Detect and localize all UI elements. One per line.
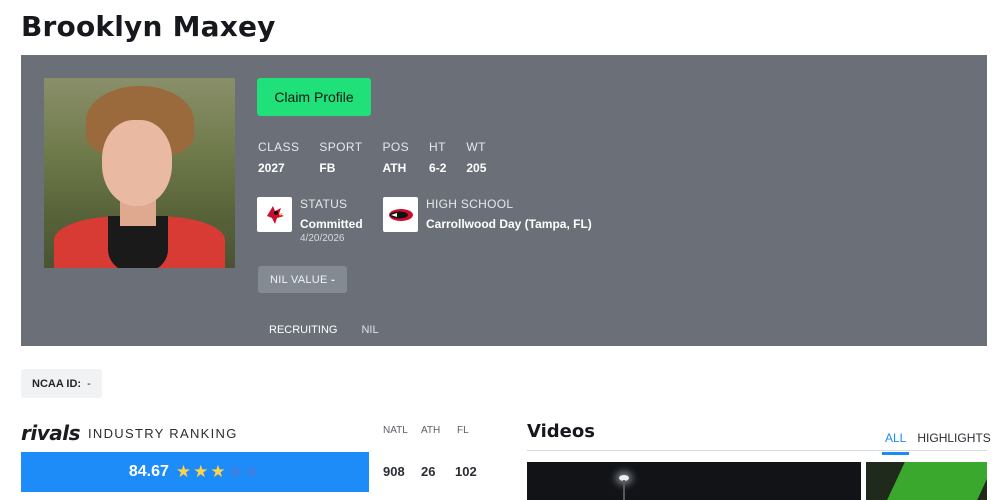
- stat-ht: HT 6-2: [429, 140, 446, 175]
- stat-wt: WT 205: [466, 140, 486, 175]
- tab-all[interactable]: ALL: [882, 429, 910, 455]
- star-rating: ★ ★ ★ ★ ★: [175, 462, 261, 482]
- stat-value: FB: [319, 161, 336, 175]
- ranking-values: 908 26 102: [383, 464, 477, 479]
- nil-value-button[interactable]: NIL VALUE -: [258, 266, 347, 293]
- rank-ath: 26: [421, 464, 436, 479]
- stat-class: CLASS 2027: [258, 140, 299, 175]
- ranking-subtitle: INDUSTRY RANKING: [88, 425, 238, 441]
- player-stats: CLASS 2027 SPORT FB POS ATH HT 6-2 WT 20…: [258, 140, 506, 175]
- stat-label: SPORT: [319, 140, 363, 154]
- divider: [527, 450, 987, 451]
- stat-label: CLASS: [258, 140, 300, 154]
- commit-status: STATUS Committed 4/20/2026: [257, 197, 363, 244]
- ncaa-id: NCAA ID: -: [21, 369, 102, 398]
- rating-score: 84.67: [128, 463, 169, 480]
- profile-tabs: RECRUITING NIL: [257, 317, 391, 349]
- rivals-logo: rivals: [21, 421, 81, 445]
- rank-natl: 908: [383, 464, 405, 479]
- page-title: Brooklyn Maxey: [21, 10, 276, 43]
- rank-col-ath: ATH: [421, 425, 441, 436]
- tab-highlights[interactable]: HIGHLIGHTS: [914, 429, 993, 455]
- star-icon: ★: [227, 462, 243, 481]
- rank-col-fl: FL: [457, 425, 469, 436]
- high-school-label: HIGH SCHOOL: [426, 197, 514, 211]
- stat-value: ATH: [382, 161, 407, 175]
- cardinal-logo-icon[interactable]: [257, 197, 292, 232]
- star-icon: ★: [193, 462, 209, 481]
- star-icon: ★: [244, 462, 261, 481]
- high-school-value[interactable]: Carrollwood Day (Tampa, FL): [426, 217, 592, 231]
- stat-value: 2027: [258, 161, 285, 175]
- rank-fl: 102: [455, 464, 477, 479]
- stat-pos: POS ATH: [382, 140, 409, 175]
- tab-nil[interactable]: NIL: [349, 317, 390, 349]
- stat-value: 205: [466, 161, 487, 175]
- videos-title: Videos: [527, 421, 595, 442]
- status-value: Committed: [300, 217, 363, 231]
- nil-value-label: NIL VALUE: [269, 273, 328, 286]
- player-photo: [44, 78, 235, 268]
- rating-bar[interactable]: 84.67 ★ ★ ★ ★ ★: [21, 452, 369, 492]
- ncaa-id-label: NCAA ID:: [32, 377, 82, 390]
- video-tabs: ALL HIGHLIGHTS: [882, 429, 999, 455]
- stat-label: HT: [429, 140, 446, 154]
- stat-label: POS: [382, 140, 410, 154]
- patriot-logo-icon[interactable]: [383, 197, 418, 232]
- stat-label: WT: [466, 140, 486, 154]
- status-label: STATUS: [300, 197, 348, 211]
- claim-profile-button[interactable]: Claim Profile: [257, 78, 371, 116]
- video-thumbnail[interactable]: [866, 462, 987, 500]
- ranking-header: rivals INDUSTRY RANKING: [21, 421, 238, 445]
- rank-col-natl: NATL: [383, 425, 408, 436]
- high-school: HIGH SCHOOL Carrollwood Day (Tampa, FL): [383, 197, 592, 232]
- star-icon: ★: [210, 462, 226, 481]
- stat-value: 6-2: [429, 161, 447, 175]
- ncaa-id-value: -: [87, 377, 91, 390]
- nil-value: -: [331, 273, 336, 286]
- star-icon: ★: [175, 462, 192, 481]
- tab-recruiting[interactable]: RECRUITING: [257, 317, 350, 349]
- profile-hero: Claim Profile CLASS 2027 SPORT FB POS AT…: [21, 55, 987, 349]
- stat-sport: SPORT FB: [319, 140, 362, 175]
- video-thumbnail[interactable]: [527, 462, 861, 500]
- status-date: 4/20/2026: [300, 233, 345, 244]
- ranking-columns: NATL ATH FL: [383, 425, 493, 436]
